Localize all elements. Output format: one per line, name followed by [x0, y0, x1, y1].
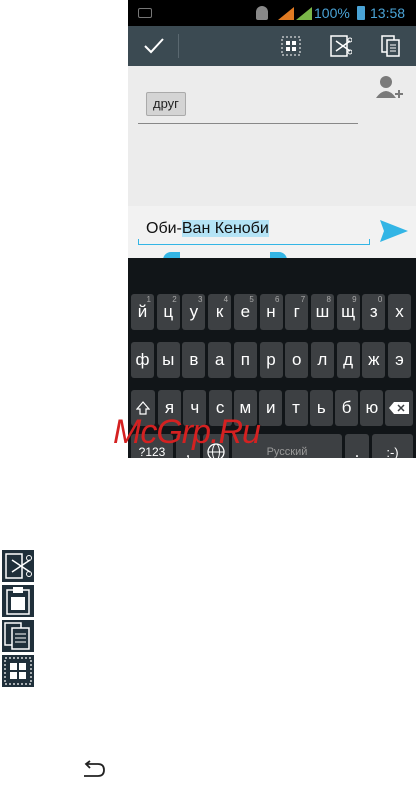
key-label: н — [266, 302, 276, 321]
cut-button[interactable] — [321, 26, 361, 66]
legend-copy — [2, 620, 34, 652]
signal-icon-1 — [278, 7, 294, 20]
key[interactable]: л — [310, 342, 334, 378]
key[interactable]: б — [335, 390, 359, 426]
send-icon — [380, 220, 408, 242]
add-recipient-button[interactable] — [375, 74, 403, 102]
key[interactable]: й1 — [131, 294, 154, 330]
key-label: у — [189, 302, 199, 321]
key-label: ц — [163, 302, 174, 321]
key-label: к — [215, 302, 224, 321]
divider — [178, 34, 179, 58]
recipient-underline — [138, 123, 358, 124]
copy-icon — [381, 35, 400, 57]
key[interactable]: щ9 — [336, 294, 360, 330]
legend-cut — [2, 550, 34, 582]
phone-screen: 100% 13:58 друг Оби-Ван Кеноби й 1 ц 2 у… — [128, 0, 416, 458]
key-label: х — [395, 302, 404, 321]
key[interactable]: т — [284, 390, 308, 426]
key[interactable]: х — [388, 294, 411, 330]
send-button[interactable] — [378, 218, 410, 246]
back-icon — [84, 760, 105, 777]
key[interactable]: к4 — [208, 294, 232, 330]
status-bar: 100% 13:58 — [128, 0, 416, 26]
key[interactable]: о — [285, 342, 309, 378]
back-button[interactable] — [78, 760, 106, 780]
watermark: McGrp.Ru — [113, 413, 261, 451]
select-all-icon — [4, 657, 32, 685]
key-label: щ — [341, 302, 356, 321]
key-label: ш — [315, 302, 330, 321]
battery-percent: 100% — [314, 5, 350, 21]
key[interactable]: г7 — [285, 294, 309, 330]
add-contact-icon — [376, 76, 403, 98]
battery-icon — [357, 6, 365, 20]
paste-icon — [6, 587, 30, 615]
key-hint: 0 — [377, 295, 383, 304]
key[interactable]: ц2 — [156, 294, 180, 330]
android-notification-icon — [256, 6, 268, 20]
key-hint: 3 — [197, 295, 203, 304]
key[interactable]: н6 — [259, 294, 283, 330]
underline-tick-right — [369, 239, 370, 245]
checkmark-icon — [144, 38, 164, 54]
done-button[interactable] — [134, 26, 174, 66]
key[interactable]: э — [388, 342, 411, 378]
smiley-key[interactable]: :-) — [372, 434, 413, 458]
signal-icon-2 — [296, 7, 312, 20]
key[interactable]: а — [208, 342, 232, 378]
legend-paste — [2, 585, 34, 617]
select-all-button[interactable] — [271, 26, 311, 66]
key[interactable]: ж — [362, 342, 386, 378]
backspace-icon — [389, 402, 409, 414]
key[interactable]: з0 — [362, 294, 386, 330]
key-hint: 2 — [172, 295, 177, 304]
key[interactable]: п — [233, 342, 257, 378]
key[interactable]: р — [259, 342, 283, 378]
key[interactable]: ш8 — [310, 294, 334, 330]
copy-icon — [4, 622, 30, 650]
key[interactable]: ы — [156, 342, 180, 378]
key-label: е — [240, 302, 251, 321]
key-hint: 4 — [223, 295, 229, 304]
key[interactable]: ф — [131, 342, 154, 378]
key-hint: 8 — [326, 295, 331, 304]
key[interactable]: д — [336, 342, 360, 378]
copy-button[interactable] — [371, 26, 411, 66]
backspace-key[interactable] — [385, 390, 413, 426]
key-hint: 1 — [146, 295, 151, 304]
clock: 13:58 — [370, 5, 406, 21]
key-hint: 6 — [275, 295, 280, 304]
select-all-icon — [281, 36, 301, 56]
message-input[interactable]: Оби-Ван Кеноби — [146, 220, 269, 238]
keyboard-notification-icon — [138, 8, 152, 18]
key[interactable]: и — [259, 390, 283, 426]
key-label: г — [293, 302, 300, 321]
key-hint: 7 — [300, 295, 306, 304]
selected-text: Ван Кеноби — [181, 220, 269, 237]
message-compose: Оби-Ван Кеноби — [128, 206, 416, 258]
key[interactable]: ю — [360, 390, 384, 426]
contextual-action-bar — [128, 26, 416, 66]
cut-icon — [5, 553, 32, 579]
key[interactable]: у3 — [182, 294, 206, 330]
key-hint: 9 — [352, 295, 357, 304]
input-underline — [138, 244, 370, 245]
key-hint: 5 — [249, 295, 254, 304]
cut-icon — [330, 35, 352, 57]
key[interactable]: ь — [309, 390, 333, 426]
key[interactable]: в — [182, 342, 206, 378]
legend-select-all — [2, 655, 34, 687]
key-label: й — [137, 302, 148, 321]
key-label: з — [369, 302, 378, 321]
message-text: Оби- — [146, 220, 182, 237]
period-key[interactable]: . — [345, 434, 369, 458]
underline-tick-left — [138, 239, 139, 245]
recipient-chip[interactable]: друг — [146, 92, 186, 116]
key[interactable]: е5 — [233, 294, 257, 330]
recipients-area: друг — [128, 66, 416, 206]
